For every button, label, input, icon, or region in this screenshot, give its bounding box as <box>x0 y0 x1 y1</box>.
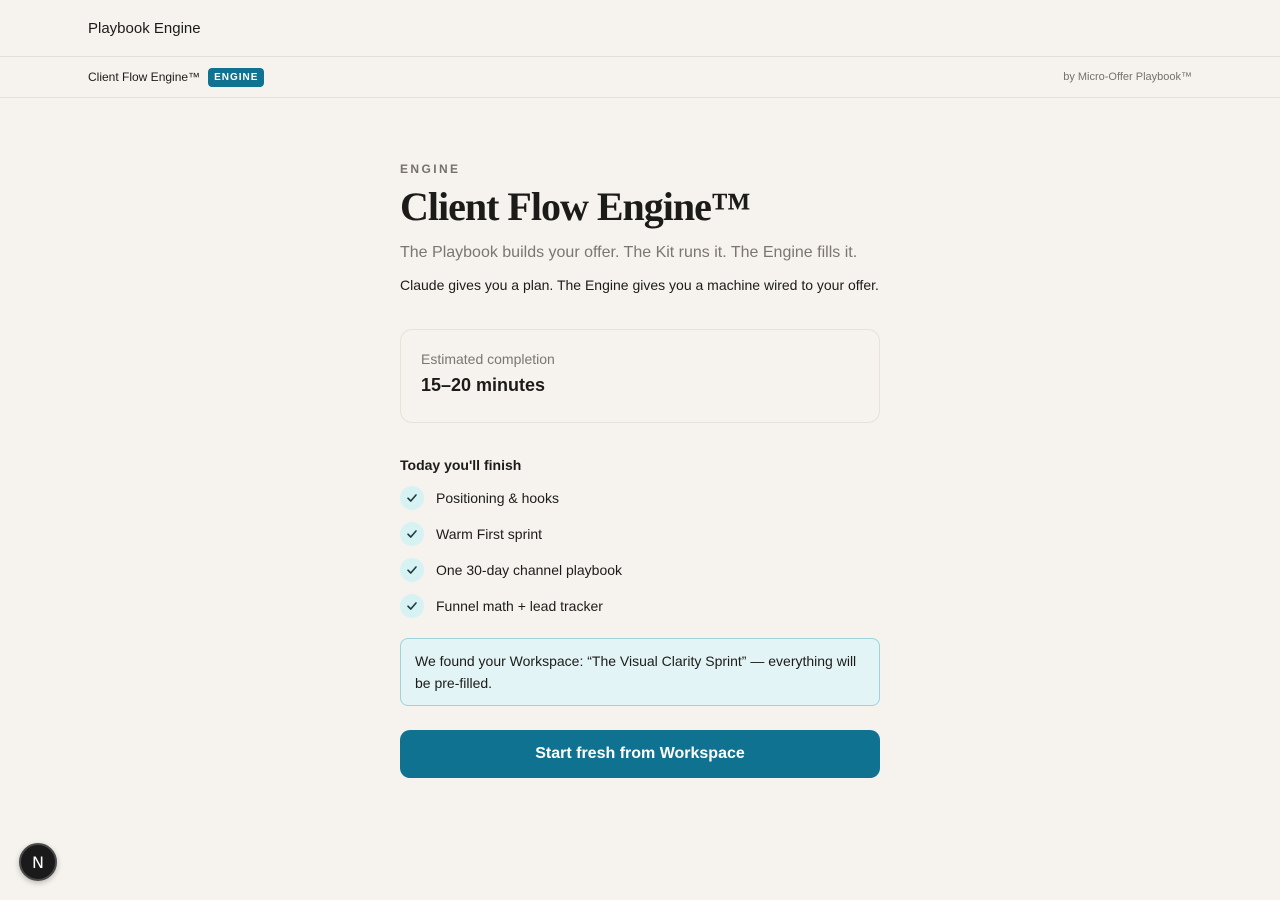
brand-link[interactable]: Playbook Engine <box>88 20 201 37</box>
nextjs-icon: N <box>32 852 44 872</box>
estimate-card: Estimated completion 15–20 minutes <box>400 329 880 423</box>
byline: by Micro-Offer Playbook™ <box>1063 71 1192 83</box>
top-navbar: Playbook Engine <box>0 0 1280 57</box>
checklist-item: One 30-day channel playbook <box>400 558 880 582</box>
checklist-item-label: Warm First sprint <box>436 526 543 542</box>
tagline: The Playbook builds your offer. The Kit … <box>400 244 858 261</box>
check-icon <box>400 558 424 582</box>
checklist-title: Today you'll finish <box>400 457 522 473</box>
engine-subheader: Client Flow Engine™ ENGINE by Micro-Offe… <box>0 57 1280 98</box>
page-title: Client Flow Engine™ <box>400 184 751 229</box>
checklist: Positioning & hooks Warm First sprint On… <box>400 486 880 618</box>
checklist-item-label: One 30-day channel playbook <box>436 562 623 578</box>
nextjs-dev-badge[interactable]: N <box>19 843 57 881</box>
checklist-item: Positioning & hooks <box>400 486 880 510</box>
subheader-left: Client Flow Engine™ ENGINE <box>88 67 265 87</box>
check-icon <box>400 522 424 546</box>
checklist-item: Funnel math + lead tracker <box>400 594 880 618</box>
checklist-item-label: Positioning & hooks <box>436 490 559 506</box>
eyebrow-label: ENGINE <box>400 162 461 176</box>
check-icon <box>400 486 424 510</box>
checklist-item: Warm First sprint <box>400 522 880 546</box>
description: Claude gives you a plan. The Engine give… <box>400 277 879 293</box>
engine-name: Client Flow Engine™ <box>88 70 201 84</box>
estimate-value: 15–20 minutes <box>421 375 546 395</box>
workspace-notice: We found your Workspace: “The Visual Cla… <box>400 638 880 706</box>
main-content: ENGINE Client Flow Engine™ The Playbook … <box>400 162 880 778</box>
check-icon <box>400 594 424 618</box>
start-fresh-button[interactable]: Start fresh from Workspace <box>400 730 880 778</box>
checklist-item-label: Funnel math + lead tracker <box>436 598 603 614</box>
engine-badge: ENGINE <box>208 67 265 87</box>
estimate-label: Estimated completion <box>421 351 555 367</box>
